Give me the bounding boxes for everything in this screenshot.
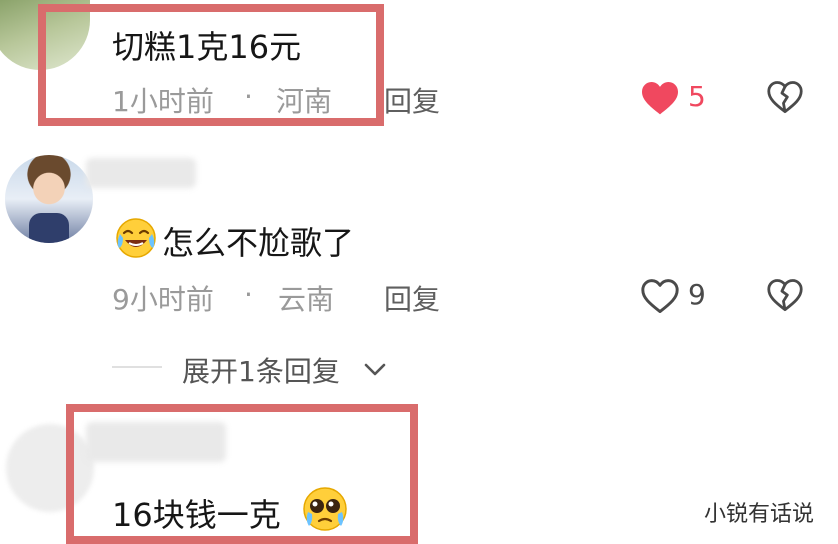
expand-divider <box>112 366 162 368</box>
chevron-down-icon <box>364 363 386 376</box>
emoji-laugh-cry-icon <box>114 216 158 260</box>
heart-filled-icon <box>642 81 678 115</box>
reply-button[interactable]: 回复 <box>384 278 440 318</box>
user-name-blurred <box>86 158 196 188</box>
comment-location: 云南 <box>278 283 335 316</box>
expand-replies-label: 展开1条回复 <box>182 355 340 388</box>
reply-button[interactable]: 回复 <box>384 80 440 120</box>
highlight-box <box>38 4 384 126</box>
avatar[interactable] <box>5 155 93 243</box>
dislike-button[interactable] <box>766 80 804 116</box>
expand-replies-button[interactable]: 展开1条回复 <box>182 348 402 388</box>
heart-outline-icon <box>641 279 679 314</box>
like-button[interactable]: 5 <box>640 78 720 118</box>
broken-heart-icon <box>767 279 803 312</box>
meta-separator: · <box>244 278 253 311</box>
broken-heart-icon <box>767 81 803 114</box>
highlight-box <box>66 404 418 544</box>
comment-time: 9小时前 <box>112 283 214 316</box>
like-count: 5 <box>688 80 706 113</box>
comment-text: 怎么不尬歌了 <box>162 224 355 262</box>
like-count: 9 <box>688 278 706 311</box>
watermark: 小锐有话说 <box>704 502 815 527</box>
dislike-button[interactable] <box>766 278 804 314</box>
like-button[interactable]: 9 <box>640 276 720 316</box>
